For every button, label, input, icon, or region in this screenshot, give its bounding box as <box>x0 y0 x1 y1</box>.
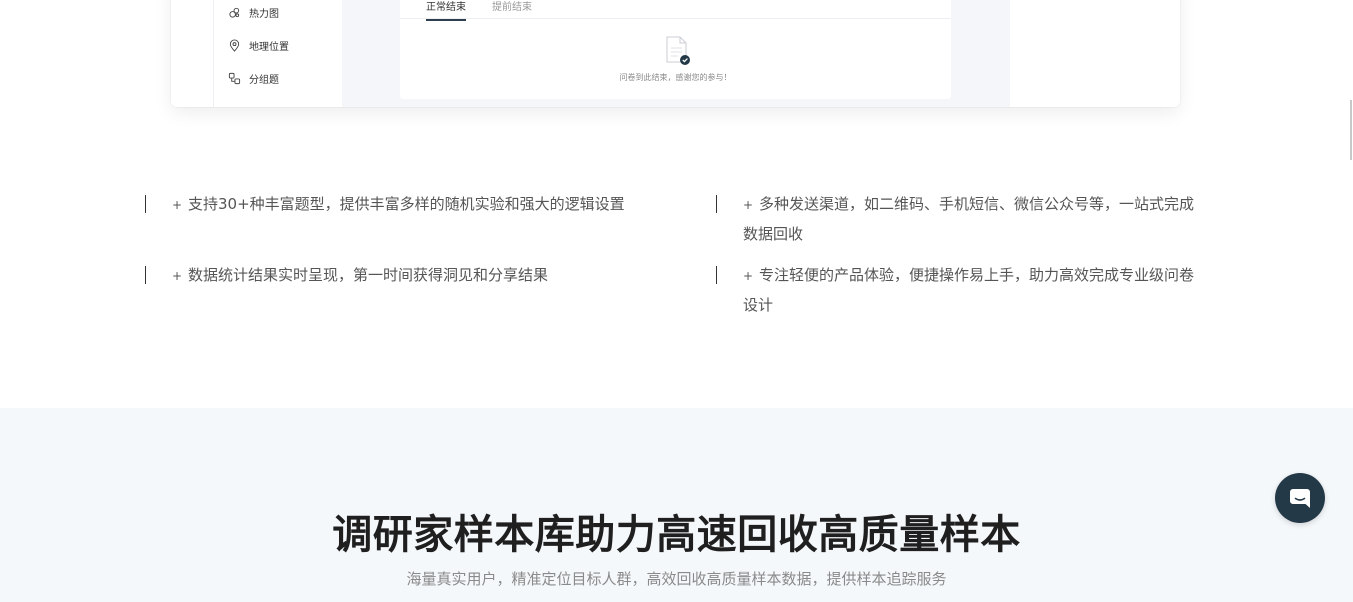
sidebar-item-label: 热力图 <box>249 8 279 20</box>
preview-sidebar: 热力图 地理位置 分组题 <box>171 0 342 107</box>
chat-button[interactable] <box>1275 473 1325 523</box>
feature-text: 专注轻便的产品体验，便捷操作易上手，助力高效完成专业级问卷设计 <box>743 266 1195 314</box>
tab-normal-end[interactable]: 正常结束 <box>426 0 466 21</box>
sample-library-section: 调研家样本库助力高速回收高质量样本 海量真实用户，精准定位目标人群，高效回收高质… <box>0 408 1353 602</box>
sidebar-item-label: 分组题 <box>249 74 279 86</box>
plus-icon: + <box>743 198 754 212</box>
document-check-icon <box>666 36 690 65</box>
end-tabs: 正常结束 提前结束 <box>426 0 532 21</box>
feature-item: + 专注轻便的产品体验，便捷操作易上手，助力高效完成专业级问卷设计 <box>716 261 1203 320</box>
tab-divider <box>400 18 951 19</box>
preview-right-pane <box>1010 0 1180 107</box>
feature-bar <box>145 195 146 213</box>
sidebar-item-group[interactable]: 分组题 <box>228 70 279 86</box>
feature-item: + 数据统计结果实时呈现，第一时间获得洞见和分享结果 <box>145 261 642 291</box>
section-title: 调研家样本库助力高速回收高质量样本 <box>332 512 1021 558</box>
preview-end-panel: 正常结束 提前结束 问卷到此结束，感谢您的参与！ <box>400 0 951 99</box>
completion-message: 问卷到此结束，感谢您的参与！ <box>619 73 732 82</box>
page-scrollbar[interactable] <box>1350 100 1352 160</box>
sidebar-rail <box>213 0 214 107</box>
chat-bubble-icon <box>1290 489 1310 508</box>
sidebar-item-location[interactable]: 地理位置 <box>228 37 289 53</box>
feature-item: + 支持30+种丰富题型，提供丰富多样的随机实验和强大的逻辑设置 <box>145 190 642 220</box>
group-icon <box>228 72 241 84</box>
feature-bar <box>716 195 717 213</box>
plus-icon: + <box>743 269 754 283</box>
sidebar-item-label: 地理位置 <box>249 41 289 53</box>
heatmap-icon <box>229 7 240 18</box>
feature-text: 多种发送渠道，如二维码、手机短信、微信公众号等，一站式完成数据回收 <box>743 195 1195 243</box>
survey-preview-card: 热力图 地理位置 分组题 正常结束 提前结束 问卷到此结束，感谢您的参与！ <box>171 0 1180 107</box>
feature-item: + 多种发送渠道，如二维码、手机短信、微信公众号等，一站式完成数据回收 <box>716 190 1203 249</box>
location-pin-icon <box>229 38 240 52</box>
tab-early-end[interactable]: 提前结束 <box>492 0 532 20</box>
feature-text: 数据统计结果实时呈现，第一时间获得洞见和分享结果 <box>188 266 549 284</box>
plus-icon: + <box>172 198 183 212</box>
section-subtitle: 海量真实用户，精准定位目标人群，高效回收高质量样本数据，提供样本追踪服务 <box>406 570 947 588</box>
feature-text: 支持30+种丰富题型，提供丰富多样的随机实验和强大的逻辑设置 <box>188 195 625 213</box>
feature-bar <box>716 266 717 284</box>
sidebar-item-heatmap[interactable]: 热力图 <box>228 4 279 20</box>
feature-bar <box>145 266 146 284</box>
plus-icon: + <box>172 269 183 283</box>
